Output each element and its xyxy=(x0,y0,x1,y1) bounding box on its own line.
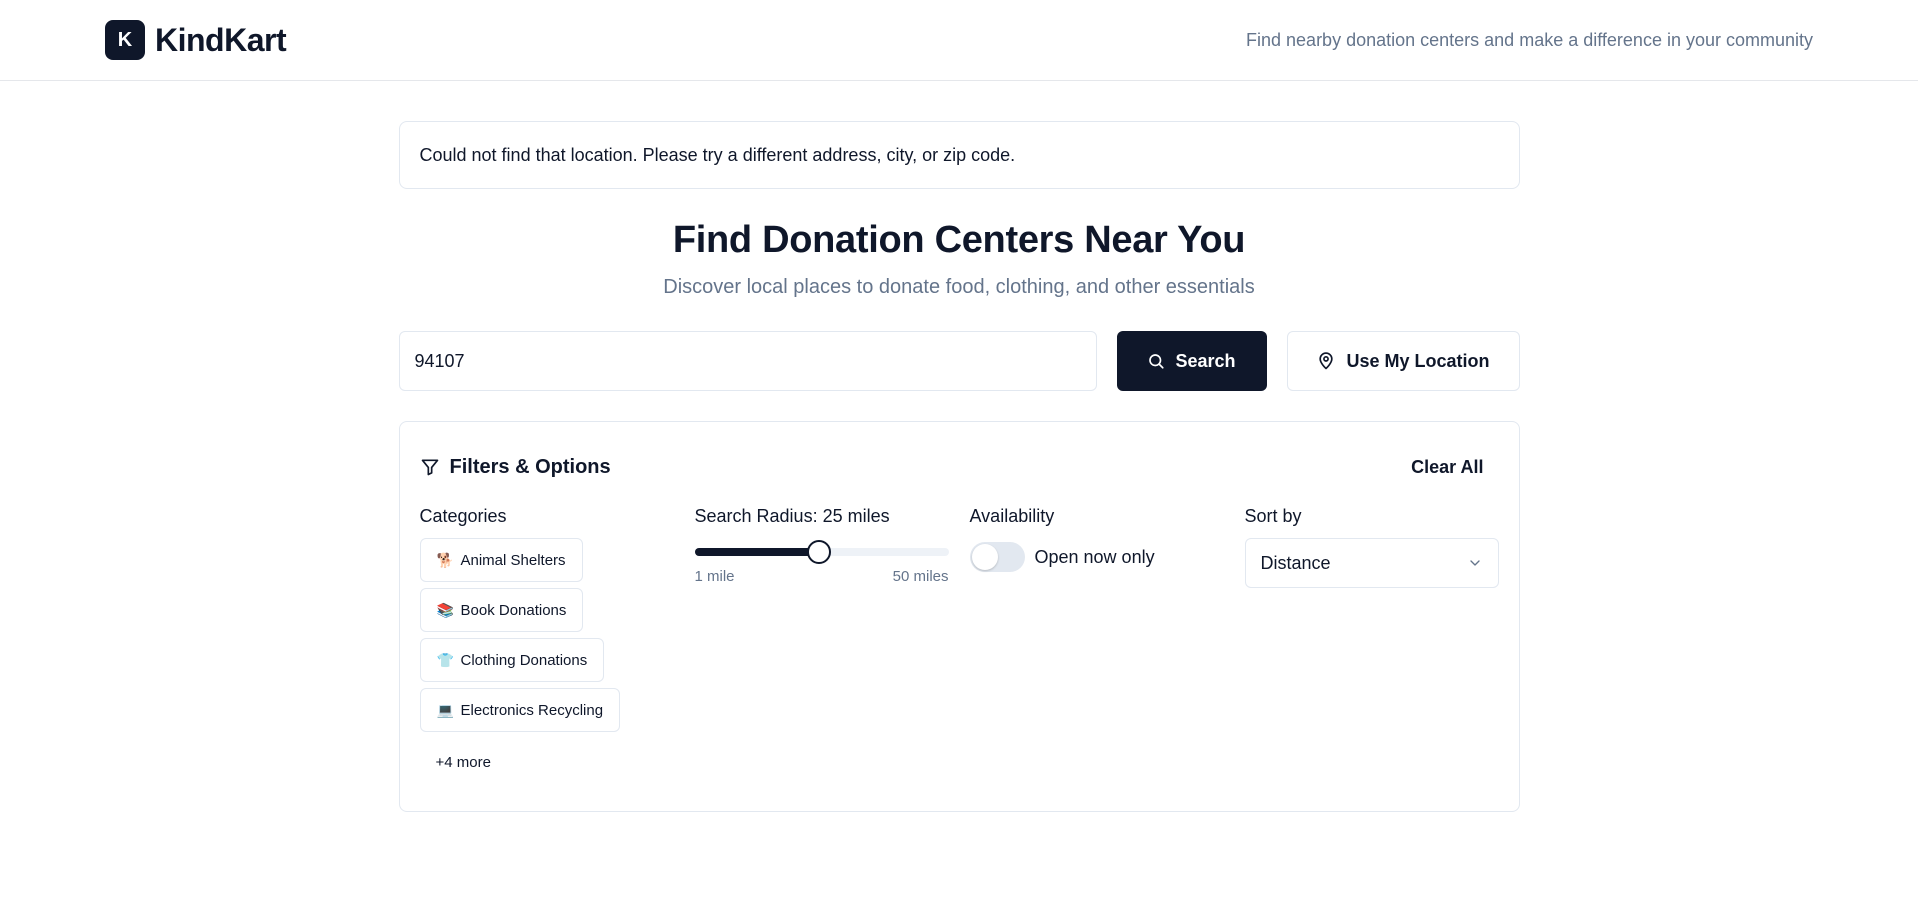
slider-min-label: 1 mile xyxy=(694,568,735,585)
availability-label: Availability xyxy=(969,506,1055,526)
open-now-label: Open now only xyxy=(1034,546,1155,567)
slider-thumb[interactable] xyxy=(806,540,831,564)
chevron-down-icon xyxy=(1469,560,1480,566)
filters-title: Filters & Options xyxy=(420,456,611,479)
category-chip-label: Clothing Donations xyxy=(460,651,588,669)
header-tagline: Find nearby donation centers and make a … xyxy=(1246,29,1813,50)
toggle-knob xyxy=(971,544,998,570)
categories-filter: Categories 🐕 Animal Shelters 📚 Book Dona… xyxy=(419,506,695,774)
category-chip-book-donations[interactable]: 📚 Book Donations xyxy=(419,588,584,632)
radius-slider[interactable] xyxy=(694,540,949,564)
radius-filter: Search Radius: 25 miles 1 mile 50 miles xyxy=(694,506,970,774)
sort-label: Sort by xyxy=(1244,506,1302,526)
filters-title-label: Filters & Options xyxy=(449,455,611,478)
clear-all-button[interactable]: Clear All xyxy=(1396,457,1498,478)
shirt-icon: 👕 xyxy=(436,651,454,668)
use-my-location-label: Use My Location xyxy=(1346,350,1490,371)
category-chip-animal-shelters[interactable]: 🐕 Animal Shelters xyxy=(419,538,583,582)
brand-name: KindKart xyxy=(155,21,287,58)
category-chip-electronics-recycling[interactable]: 💻 Electronics Recycling xyxy=(419,688,621,732)
site-header: K KindKart Find nearby donation centers … xyxy=(0,0,1918,81)
sort-filter: Sort by Distance xyxy=(1244,506,1499,774)
search-button-label: Search xyxy=(1175,350,1236,371)
logo-icon: K xyxy=(105,20,145,60)
filters-header: Filters & Options Clear All xyxy=(420,452,1499,482)
books-icon: 📚 xyxy=(436,601,454,618)
main-content: Could not find that location. Please try… xyxy=(398,121,1520,812)
category-chip-list: 🐕 Animal Shelters 📚 Book Donations 👕 Clo… xyxy=(419,538,695,732)
search-bar: Search Use My Location xyxy=(398,331,1520,391)
filter-icon xyxy=(421,459,438,476)
slider-fill xyxy=(694,548,819,556)
radius-label: Search Radius: 25 miles xyxy=(694,506,890,526)
search-button[interactable]: Search xyxy=(1116,331,1267,391)
page-title: Find Donation Centers Near You xyxy=(672,219,1246,261)
category-chip-label: Electronics Recycling xyxy=(460,701,604,719)
laptop-icon: 💻 xyxy=(436,701,454,718)
filters-panel: Filters & Options Clear All Categories 🐕… xyxy=(398,421,1520,812)
categories-label: Categories xyxy=(419,506,507,526)
brand[interactable]: K KindKart xyxy=(105,20,287,60)
sort-selected-value: Distance xyxy=(1260,552,1331,573)
open-now-row: Open now only xyxy=(969,542,1245,572)
category-chip-label: Book Donations xyxy=(460,601,567,619)
hero: Find Donation Centers Near You Discover … xyxy=(399,219,1520,299)
slider-scale: 1 mile 50 miles xyxy=(695,568,949,585)
alert-message: Could not find that location. Please try… xyxy=(419,144,1016,165)
map-pin-icon xyxy=(1319,352,1334,370)
slider-max-label: 50 miles xyxy=(892,568,949,585)
category-chip-clothing-donations[interactable]: 👕 Clothing Donations xyxy=(419,638,605,682)
open-now-toggle[interactable] xyxy=(969,542,1025,572)
search-icon xyxy=(1149,354,1165,369)
sort-select[interactable]: Distance xyxy=(1244,538,1499,588)
dog-icon: 🐕 xyxy=(436,551,454,568)
location-search-input[interactable] xyxy=(398,331,1097,391)
use-my-location-button[interactable]: Use My Location xyxy=(1286,331,1520,391)
filters-grid: Categories 🐕 Animal Shelters 📚 Book Dona… xyxy=(419,506,1499,774)
more-categories-button[interactable]: +4 more xyxy=(420,754,695,774)
error-alert: Could not find that location. Please try… xyxy=(398,121,1520,189)
availability-filter: Availability Open now only xyxy=(969,506,1245,774)
category-chip-label: Animal Shelters xyxy=(460,551,566,569)
page-subtitle: Discover local places to donate food, cl… xyxy=(663,276,1255,298)
